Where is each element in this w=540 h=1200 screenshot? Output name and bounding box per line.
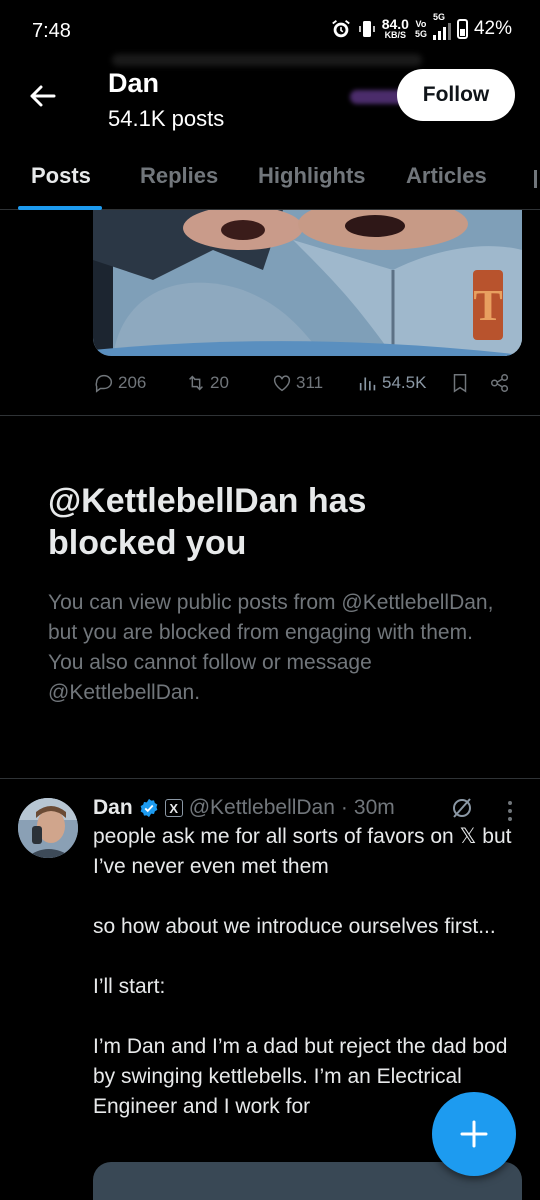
net-speed-unit: KB/S <box>384 30 407 40</box>
views-icon <box>359 377 376 391</box>
avatar-image <box>18 798 78 858</box>
tab-highlights[interactable]: Highlights <box>258 163 366 189</box>
divider <box>0 415 540 416</box>
reply-count: 206 <box>118 373 147 392</box>
blurred-banner <box>112 54 422 66</box>
like-button[interactable]: 311 <box>271 368 323 398</box>
author-name[interactable]: Dan <box>93 796 133 820</box>
tweet-time: 30m <box>353 796 395 819</box>
repost-button[interactable]: 20 <box>185 368 229 398</box>
blocked-body: You can view public posts from @Kettlebe… <box>48 591 494 704</box>
active-tab-indicator <box>18 206 102 210</box>
svg-text:T: T <box>473 281 502 330</box>
status-time: 7:48 <box>32 20 71 42</box>
volte-top: Vo <box>415 19 427 29</box>
media-illustration: T <box>93 210 522 356</box>
share-icon[interactable] <box>489 372 511 394</box>
tab-posts[interactable]: Posts <box>31 163 91 189</box>
vibrate-icon <box>358 21 375 37</box>
views-button[interactable]: 54.5K <box>357 368 426 398</box>
grok-icon[interactable] <box>450 796 474 820</box>
status-bar: 7:48 84.0 KB/S Vo 5G 5G 42% <box>0 0 540 62</box>
post-media-image[interactable]: T <box>93 210 522 356</box>
tab-articles[interactable]: Articles <box>406 163 487 189</box>
view-count: 54.5K <box>382 373 427 392</box>
plus-icon <box>460 1120 488 1148</box>
repost-count: 20 <box>210 373 229 392</box>
volte-indicator: Vo 5G <box>415 19 427 39</box>
compose-button[interactable] <box>432 1092 516 1176</box>
network-speed: 84.0 KB/S <box>382 17 409 40</box>
verified-badge-icon <box>140 798 158 818</box>
divider <box>0 778 540 779</box>
network-type: 5G <box>432 12 445 22</box>
blocked-title: @KettlebellDan has blocked you <box>48 482 367 562</box>
bookmark-icon[interactable] <box>449 372 471 394</box>
post-count: 54.1K posts <box>108 106 225 131</box>
profile-header: Dan 54.1K posts Follow <box>0 54 540 152</box>
tweet-header: Dan X @KettlebellDan · 30m <box>93 794 395 822</box>
follow-button[interactable]: Follow <box>397 69 515 121</box>
repost-icon <box>189 375 203 391</box>
status-icons: 84.0 KB/S Vo 5G 5G 42% <box>330 12 512 40</box>
more-options-icon[interactable] <box>500 798 520 824</box>
volte-bottom: 5G <box>414 29 427 39</box>
profile-tabs: Posts Replies Highlights Articles <box>0 152 540 210</box>
separator: · <box>340 796 348 819</box>
affiliate-badge: X <box>164 799 183 817</box>
post-actions: 206 20 311 54.5K <box>93 368 523 398</box>
alarm-icon <box>331 20 350 38</box>
tab-next-partial[interactable] <box>534 170 540 188</box>
battery-icon <box>456 19 468 39</box>
tab-replies[interactable]: Replies <box>140 163 218 189</box>
author-handle[interactable]: @KettlebellDan <box>189 796 335 820</box>
avatar[interactable] <box>18 798 78 858</box>
heart-icon <box>273 375 291 392</box>
battery-percent: 42% <box>473 18 512 39</box>
profile-name: Dan <box>108 68 160 98</box>
like-count: 311 <box>296 373 324 392</box>
arrow-left-icon[interactable] <box>24 78 60 114</box>
reply-icon <box>95 374 113 393</box>
signal-icon: 5G <box>432 12 451 40</box>
tweet-text: people ask me for all sorts of favors on… <box>93 825 512 1118</box>
reply-button[interactable]: 206 <box>93 368 146 398</box>
